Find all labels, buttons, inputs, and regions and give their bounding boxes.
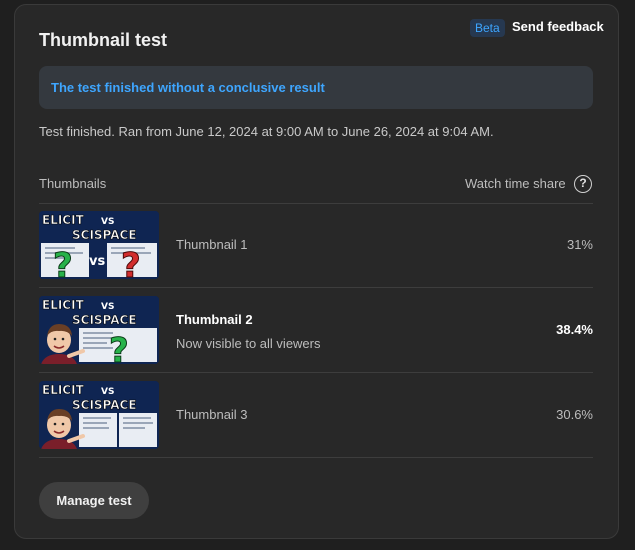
thumbnail-test-card: Thumbnail test Beta Send feedback The te… [14, 4, 619, 539]
thumb-text-scispace: SCISPACE [72, 228, 137, 242]
watch-time-share-value: 30.6% [556, 407, 593, 422]
thumb-text-elicit: ELICIT [42, 213, 85, 227]
divider [39, 457, 593, 458]
thumb-text-vs: VS [101, 387, 114, 397]
thumb-text-vs: VS [101, 302, 114, 312]
help-icon[interactable]: ? [574, 175, 592, 193]
table-row: ELICIT VS SCISPACE ? vs ? Thumbnail 1 31… [39, 203, 593, 287]
column-header-watch-time-share: Watch time share [465, 176, 566, 191]
thumbnail-name: Thumbnail 2 [176, 312, 253, 327]
result-banner: The test finished without a conclusive r… [39, 66, 593, 109]
thumb-text-vs: VS [101, 217, 114, 227]
question-mark-green-icon: ? [53, 246, 73, 279]
thumbnail-1-image: ELICIT VS SCISPACE ? vs ? [39, 211, 159, 279]
thumb-text-elicit: ELICIT [42, 383, 85, 397]
thumbnail-2-image: ELICIT VS SCISPACE ? [39, 296, 159, 364]
send-feedback-link[interactable]: Send feedback [512, 19, 604, 34]
question-mark-green-icon: ? [109, 331, 129, 364]
thumbnail-name: Thumbnail 3 [176, 407, 248, 422]
question-mark-red-icon: ? [121, 246, 141, 279]
beta-badge: Beta [470, 19, 505, 37]
thumbnail-name: Thumbnail 1 [176, 237, 248, 252]
test-date-range: Test finished. Ran from June 12, 2024 at… [39, 124, 494, 139]
manage-test-button[interactable]: Manage test [39, 482, 149, 519]
thumb-text-scispace: SCISPACE [72, 313, 137, 327]
watch-time-share-value: 38.4% [556, 322, 593, 337]
column-header-thumbnails: Thumbnails [39, 176, 107, 191]
thumbnail-3-image: ELICIT VS SCISPACE [39, 381, 159, 449]
thumb-text-elicit: ELICIT [42, 298, 85, 312]
thumb-text-scispace: SCISPACE [72, 398, 137, 412]
vs-icon: vs [89, 254, 105, 269]
watch-time-share-value: 31% [566, 237, 593, 252]
table-row: ELICIT VS SCISPACE ? Thumbnail 2 Now vis… [39, 288, 593, 372]
thumbnail-status: Now visible to all viewers [176, 336, 321, 351]
table-row: ELICIT VS SCISPACE Thumbnail 3 30.6% [39, 373, 593, 457]
page-title: Thumbnail test [39, 30, 168, 50]
